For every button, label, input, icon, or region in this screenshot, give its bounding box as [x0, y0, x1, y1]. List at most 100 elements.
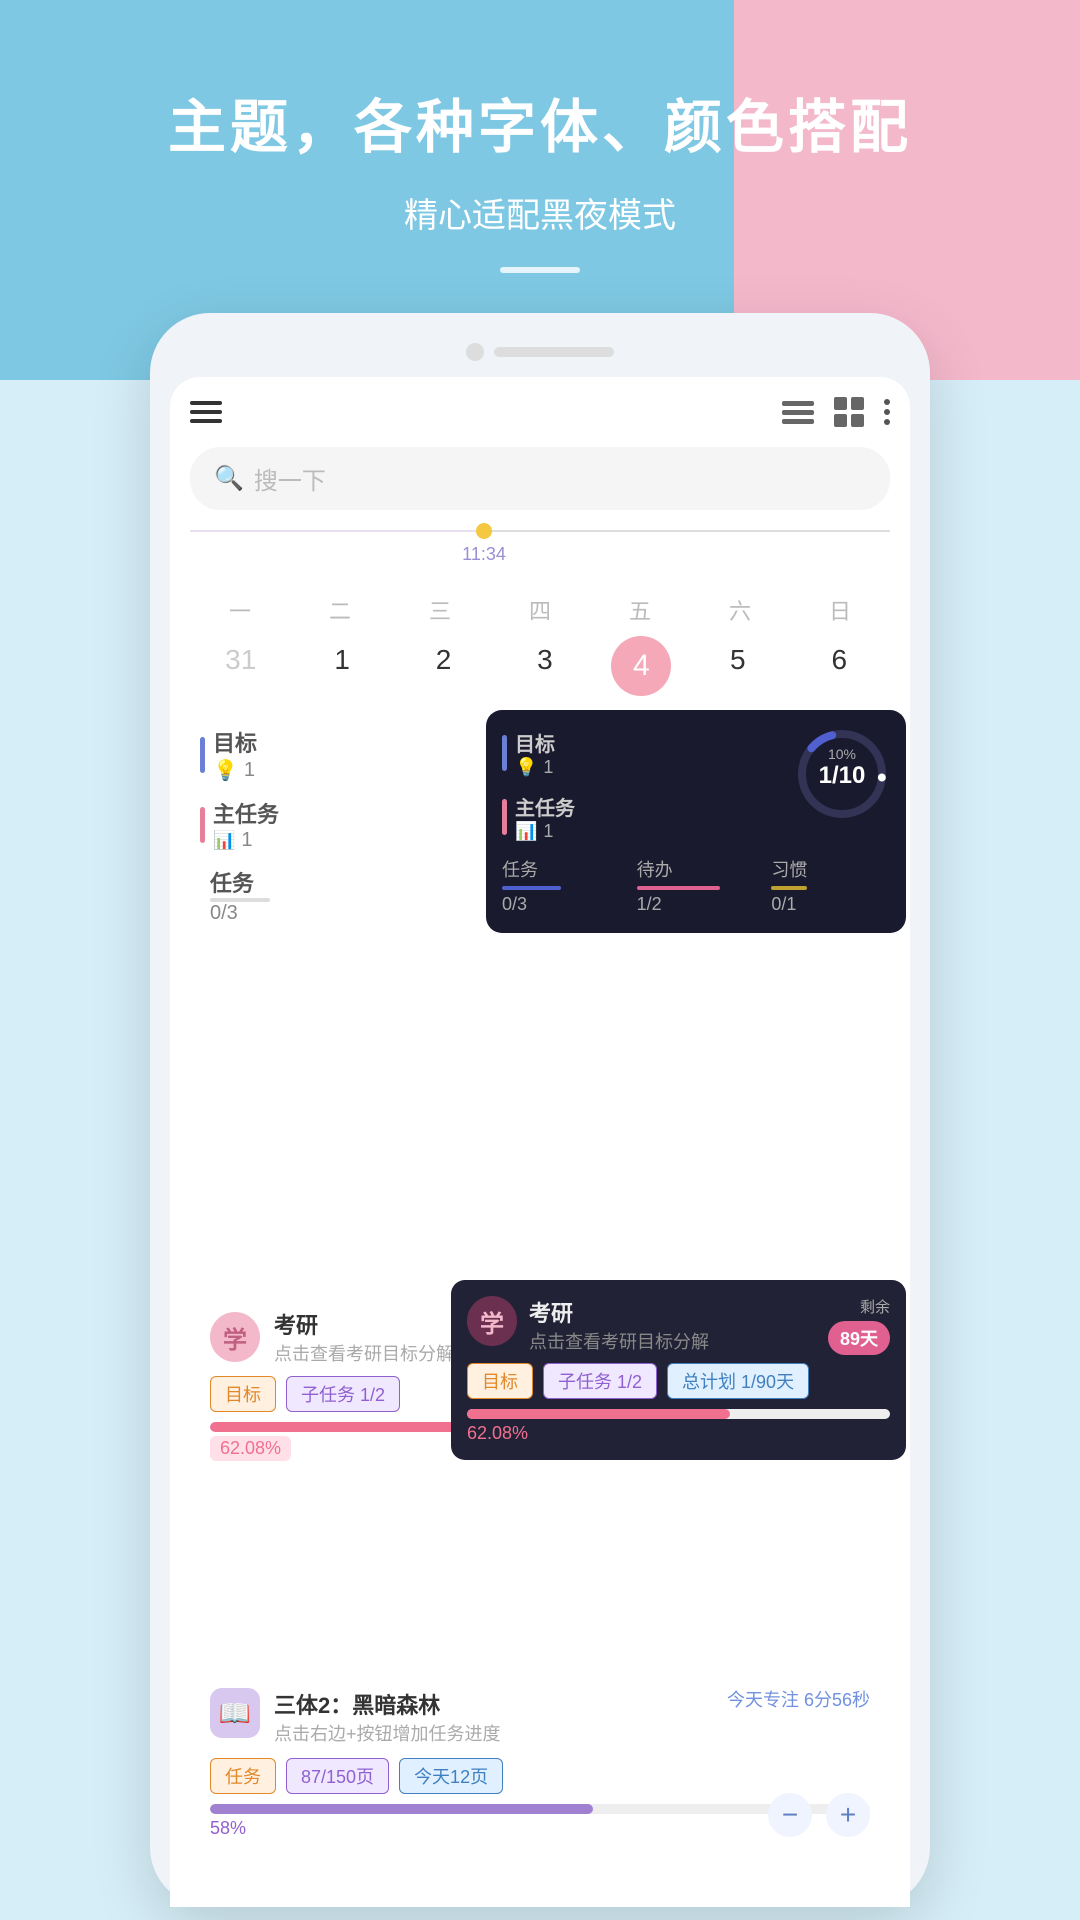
- sub-todo-bar: [637, 886, 720, 890]
- book-card[interactable]: 📖 三体2：黑暗森林 点击右边+按钮增加任务进度 今天专注 6分56秒 任务 8…: [190, 1670, 890, 1887]
- date-31[interactable]: 31: [206, 636, 276, 696]
- study-desc-light: 点击查看考研目标分解: [274, 1340, 454, 1366]
- counter-buttons: − +: [768, 1793, 870, 1837]
- sub-task-bar: [502, 886, 561, 890]
- study-tags-dark: 目标 子任务 1/2 总计划 1/90天: [467, 1363, 890, 1399]
- timeline-line: [190, 530, 890, 532]
- timeline-time: 11:34: [462, 544, 506, 565]
- goal-count-light: 1: [244, 759, 255, 782]
- maintask-count-light: 1: [241, 829, 252, 852]
- study-progress-label-dark: 62.08%: [467, 1423, 528, 1443]
- list-view-icon[interactable]: [782, 401, 814, 424]
- sub-habit-val: 0/1: [771, 894, 890, 915]
- increment-button[interactable]: +: [826, 1793, 870, 1837]
- study-desc-dark: 点击查看考研目标分解: [529, 1328, 816, 1354]
- date-1[interactable]: 1: [307, 636, 377, 696]
- goal-bulb-icon-dark: 💡: [515, 757, 537, 778]
- date-6[interactable]: 6: [804, 636, 874, 696]
- goal-label-dark: 目标: [515, 728, 555, 757]
- hero-divider: [500, 267, 580, 273]
- sub-todo: 待办 1/2: [637, 856, 756, 915]
- weekday-fri: 五: [605, 594, 675, 626]
- sub-habit-label: 习惯: [771, 856, 890, 882]
- menu-button[interactable]: [190, 401, 222, 423]
- book-progress-fill: [210, 1804, 593, 1814]
- remaining-days: 89天: [828, 1321, 890, 1355]
- search-bar[interactable]: 🔍 搜一下: [190, 447, 890, 510]
- sub-todo-label: 待办: [637, 856, 756, 882]
- book-tag3: 今天12页: [399, 1758, 503, 1794]
- decrement-button[interactable]: −: [768, 1793, 812, 1837]
- app-header: [190, 397, 890, 427]
- week-dates-row: 31 1 2 3 4 5 6: [190, 636, 890, 696]
- stats-section: 目标 💡 1 主任务 📊: [190, 710, 890, 1030]
- study-progress-label-light: 62.08%: [210, 1436, 291, 1461]
- sub-habit: 习惯 0/1: [771, 856, 890, 915]
- week-days-row: 一 二 三 四 五 六 日: [190, 594, 890, 626]
- study-card-header-dark: 学 考研 点击查看考研目标分解 剩余 89天: [467, 1296, 890, 1355]
- phone-camera: [466, 343, 484, 361]
- weekday-thu: 四: [505, 594, 575, 626]
- book-avatar: 📖: [210, 1688, 260, 1738]
- progress-pct-text: 10%: [792, 746, 892, 762]
- sub-task: 任务 0/3: [502, 856, 621, 915]
- sub-task-label: 任务: [502, 856, 621, 882]
- remaining-section: 剩余 89天: [828, 1296, 890, 1355]
- app-content: 🔍 搜一下 11:34 一 二 三 四 五 六 日: [170, 377, 910, 1907]
- tag-subtask-light: 子任务 1/2: [286, 1376, 400, 1412]
- header-icons: [782, 397, 890, 427]
- weekday-tue: 二: [305, 594, 375, 626]
- tag-goal-light: 目标: [210, 1376, 276, 1412]
- sub-habit-bar: [771, 886, 807, 890]
- maintask-bar-dark: [502, 799, 507, 835]
- hero-subtitle: 精心适配黑夜模式: [404, 188, 676, 237]
- tag-goal-dark: 目标: [467, 1363, 533, 1399]
- chart-icon: 📊: [213, 830, 235, 851]
- tag-subtask-dark: 子任务 1/2: [543, 1363, 657, 1399]
- sub-task-val: 0/3: [502, 894, 621, 915]
- book-tags: 任务 87/150页 今天12页: [210, 1758, 870, 1794]
- book-tag1: 任务: [210, 1758, 276, 1794]
- date-3[interactable]: 3: [510, 636, 580, 696]
- chart-icon-dark: 📊: [515, 821, 537, 842]
- date-2[interactable]: 2: [409, 636, 479, 696]
- phone-top-bar: [170, 343, 910, 361]
- progress-val-text: 1/10: [792, 762, 892, 790]
- phone-speaker: [494, 347, 614, 357]
- study-progress-bar-dark: [467, 1409, 890, 1419]
- maintask-bar-light: [200, 807, 205, 843]
- maintask-label-dark: 主任务: [515, 792, 575, 821]
- search-placeholder: 搜一下: [254, 461, 326, 496]
- weekday-sat: 六: [705, 594, 775, 626]
- search-icon: 🔍: [214, 464, 244, 493]
- progress-circle: 10% 1/10: [792, 724, 892, 829]
- study-avatar-dark: 学: [467, 1296, 517, 1346]
- goal-label-light: 目标: [213, 726, 257, 758]
- study-title-light: 考研: [274, 1308, 454, 1340]
- book-tag2: 87/150页: [286, 1758, 389, 1794]
- goal-bar-dark: [502, 735, 507, 771]
- sub-todo-val: 1/2: [637, 894, 756, 915]
- stats-dark: 目标 💡 1 主任务 📊: [486, 710, 906, 933]
- timeline-container: 11:34: [190, 530, 890, 564]
- date-4-today[interactable]: 4: [611, 636, 671, 696]
- book-desc: 点击右边+按钮增加任务进度: [274, 1720, 870, 1746]
- phone-mockup: 🔍 搜一下 11:34 一 二 三 四 五 六 日: [150, 313, 930, 1907]
- date-5[interactable]: 5: [703, 636, 773, 696]
- weekday-mon: 一: [205, 594, 275, 626]
- grid-view-icon[interactable]: [834, 397, 864, 427]
- weekday-wed: 三: [405, 594, 475, 626]
- more-options-icon[interactable]: [884, 399, 890, 425]
- goal-bulb-icon: 💡: [213, 758, 238, 783]
- study-title-dark: 考研: [529, 1296, 816, 1328]
- study-progress-fill-dark: [467, 1409, 730, 1419]
- study-section: 学 考研 点击查看考研目标分解 目标 子任务 1/2 62.08%: [190, 1290, 890, 1490]
- remaining-label: 剩余: [860, 1296, 890, 1317]
- goal-bar-light: [200, 737, 205, 773]
- tag-plan-dark: 总计划 1/90天: [667, 1363, 809, 1399]
- maintask-count-dark: 1: [543, 821, 553, 842]
- sub-stats-row: 任务 0/3 待办 1/2 习惯 0/1: [502, 856, 890, 915]
- goal-count-dark: 1: [543, 757, 553, 778]
- study-card-dark[interactable]: 学 考研 点击查看考研目标分解 剩余 89天 目标 子任务 1/2: [451, 1280, 906, 1460]
- maintask-label-light: 主任务: [213, 797, 279, 829]
